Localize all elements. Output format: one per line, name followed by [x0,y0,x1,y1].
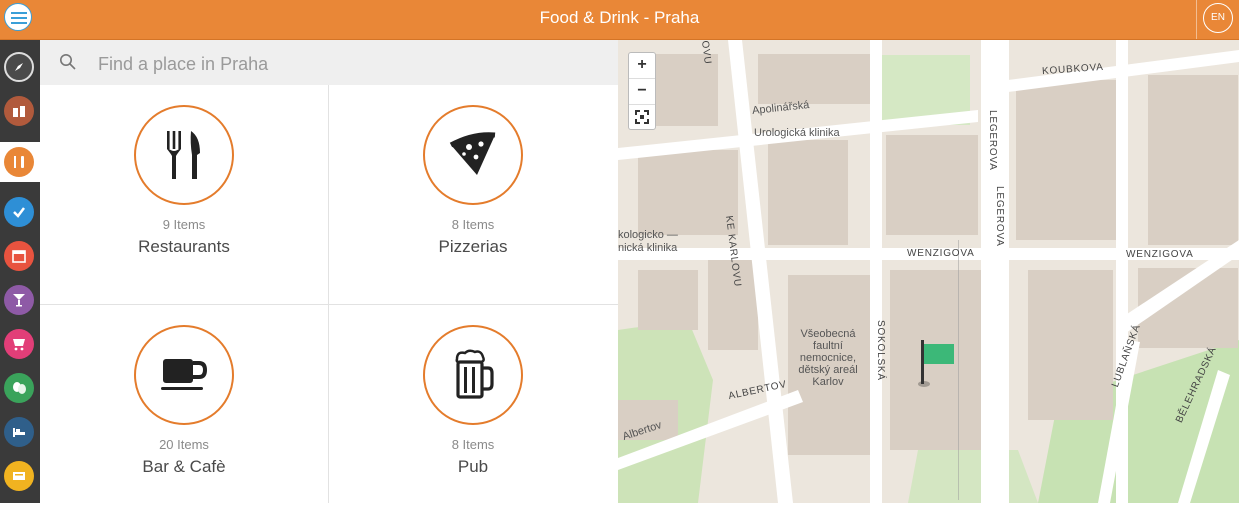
category-item-count: 20 Items [159,437,209,452]
page-title: Food & Drink - Praha [539,8,700,27]
zoom-in-button[interactable]: + [629,53,655,79]
category-pizzerias[interactable]: 8 Items Pizzerias [329,85,617,304]
category-name: Restaurants [138,237,230,256]
sidebar-item-nightlife[interactable] [4,285,34,315]
theater-icon [13,382,26,394]
search-input[interactable] [96,48,600,80]
map-label-hospital-line: nemocnice, [799,352,857,364]
search-icon [60,54,76,70]
sidebar-item-events[interactable] [4,241,34,271]
category-bar-cafe[interactable]: 20 Items Bar & Cafè [40,305,328,524]
category-name: Pub [457,457,489,476]
map-label-legerova-1: LEGEROVA [987,110,998,171]
ticket-icon [13,472,25,480]
calendar-icon [12,250,26,263]
map-label-urologicka: Urologická klinika [754,127,840,139]
map-label-klinika-2: nická klinika [618,242,678,254]
language-button[interactable]: EN [1203,3,1233,33]
zoom-out-button[interactable]: − [629,79,655,105]
checkmark-icon [13,207,25,218]
map-label-legerova-2: LEGEROVA [994,186,1005,247]
fullscreen-icon [635,110,649,124]
fullscreen-button[interactable] [629,105,655,130]
category-icon-circle [134,105,234,205]
category-restaurants[interactable]: 9 Items Restaurants [40,85,328,304]
category-item-count: 9 Items [162,217,206,232]
sidebar-item-accommodation[interactable] [4,417,34,447]
cocktail-icon [13,294,25,307]
map-label-klinika-1: kologicko — [618,229,678,241]
category-name: Bar & Cafè [142,457,226,476]
sidebar-item-food[interactable] [4,147,34,177]
header-divider [1196,0,1197,39]
map-label-hospital: Všeobecná faultní nemocnice, dětský areá… [798,328,858,388]
map-tiles [618,40,1239,503]
sidebar [0,40,40,503]
sidebar-item-tickets[interactable] [4,461,34,491]
sidebar-item-shopping[interactable] [4,329,34,359]
category-pub[interactable]: 8 Items Pub [329,305,617,524]
pizza-icon [449,132,496,175]
cart-icon [13,339,25,351]
category-grid: 9 Items Restaurants 8 Items Pizzerias 20 [40,85,618,503]
sidebar-item-todo[interactable] [4,197,34,227]
map-label-wenzigova-1: WENZIGOVA [907,248,975,259]
sidebar-item-explore[interactable] [4,52,34,82]
fork-knife-icon [14,156,24,168]
compass-icon [15,63,23,71]
map-label-hospital-line: Karlov [812,376,844,388]
category-icon-circle [134,325,234,425]
beer-mug-icon [455,349,494,399]
sights-icon [13,106,25,117]
category-item-count: 8 Items [451,217,495,232]
sidebar-item-sights[interactable] [4,96,34,126]
map-label-sokolska: SOKOLSKÁ [875,320,886,381]
sidebar-item-culture[interactable] [4,373,34,403]
app-header: Food & Drink - Praha EN [0,0,1239,40]
map-view[interactable]: + − Apolinářská Urologická klinika KE KA… [618,40,1239,503]
map-label-hospital-line: dětský areál [798,364,858,376]
map-label-wenzigova-2: WENZIGOVA [1126,249,1194,260]
category-name: Pizzerias [438,237,508,256]
category-item-count: 8 Items [451,437,495,452]
search-bar [40,40,618,85]
map-label-hospital-line: faultní [813,340,843,352]
category-icon-circle [423,105,523,205]
map-label-hospital-line: Všeobecná [800,328,856,340]
category-icon-circle [423,325,523,425]
zoom-controls: + − [628,52,656,130]
coffee-cup-icon [161,359,208,390]
bed-icon [13,428,25,437]
map-flag-marker-icon[interactable] [918,338,958,390]
fork-knife-icon [167,131,200,179]
